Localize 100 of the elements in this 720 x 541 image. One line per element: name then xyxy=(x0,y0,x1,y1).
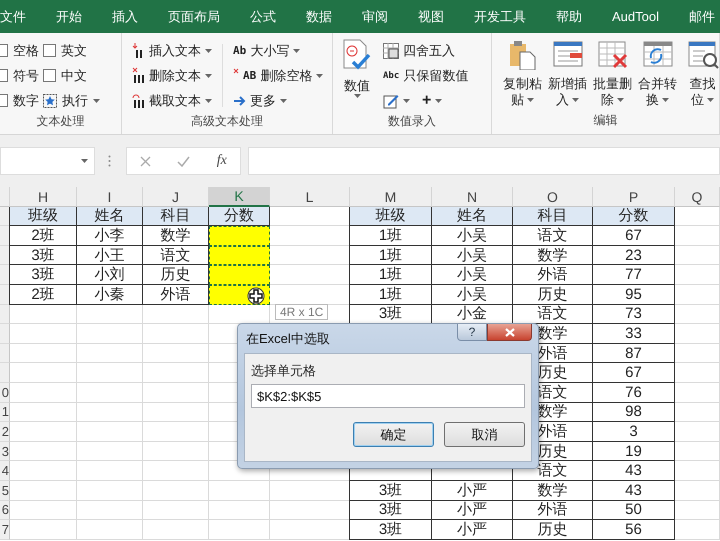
column-header[interactable]: L xyxy=(270,187,350,207)
table-cell: 98 xyxy=(593,402,675,422)
checkbox-label: 空格 xyxy=(13,42,39,60)
ribbon-button[interactable]: 复制粘 贴 xyxy=(500,38,545,112)
row-header[interactable]: 6 xyxy=(0,500,10,520)
ribbon-menu-button[interactable]: Abc 只保留数值 xyxy=(383,63,468,88)
field-label: 选择单元格 xyxy=(251,362,317,380)
ribbon-menu-button[interactable]: 删除文本 xyxy=(132,63,212,88)
row-number: 5 xyxy=(2,482,9,498)
header-cell: 班级 xyxy=(10,206,77,226)
ribbon-menu-button[interactable]: 四舍五入 xyxy=(383,38,468,63)
table-cell: 67 xyxy=(593,363,675,383)
case-icon: AB xyxy=(243,69,256,82)
table-cell: 小吴 xyxy=(432,246,513,266)
ribbon-menu-button[interactable]: 插入文本 xyxy=(132,38,212,63)
table-cell: 76 xyxy=(593,382,675,403)
group-label: 编辑 xyxy=(592,112,618,129)
header-cell: 姓名 xyxy=(432,206,513,226)
number-button[interactable]: 数值 xyxy=(337,38,377,113)
ribbon-button[interactable]: 查找 位 xyxy=(680,38,720,112)
table-cell: 外语 xyxy=(513,265,593,285)
table-cell: 43 xyxy=(593,480,675,500)
table-cell: 73 xyxy=(593,304,675,324)
table-cell: 小李 xyxy=(77,226,143,246)
table-cell: 小严 xyxy=(432,520,513,540)
table-cell: 3班 xyxy=(350,480,432,500)
header-cell: 班级 xyxy=(350,206,432,226)
header-cell: 分数 xyxy=(593,206,675,226)
table-cell: 小秦 xyxy=(77,284,143,305)
table-cell: 语文 xyxy=(513,226,593,246)
menu-tab[interactable]: 帮助 xyxy=(556,8,582,26)
table-cell: 67 xyxy=(593,226,675,246)
row-header[interactable]: 5 xyxy=(0,480,10,500)
column-header[interactable]: O xyxy=(513,187,593,207)
menu-tab[interactable]: 开发工具 xyxy=(474,8,526,26)
table-cell: 小刘 xyxy=(77,265,143,285)
run-button[interactable]: 执行 xyxy=(43,88,105,113)
table-cell: 3班 xyxy=(350,500,432,520)
row-header[interactable]: 1 xyxy=(0,402,10,422)
table-cell: 数学 xyxy=(513,246,593,266)
row-header[interactable]: 4 xyxy=(0,461,10,481)
table-cell: 数学 xyxy=(513,480,593,500)
row-header[interactable]: 2 xyxy=(0,422,10,442)
table-cell: 小吴 xyxy=(432,226,513,246)
header-cell: 分数 xyxy=(209,206,270,226)
table-cell: 小吴 xyxy=(432,265,513,285)
insert-function-button[interactable]: fx xyxy=(216,153,227,169)
table-cell: 87 xyxy=(593,344,675,364)
case-icon: Ab xyxy=(233,44,246,57)
table-cell: 1班 xyxy=(350,265,432,285)
row-number: 4 xyxy=(2,463,9,478)
table-cell: 小严 xyxy=(432,480,513,500)
dialog-button[interactable]: 确定 xyxy=(353,422,434,447)
menu-tab[interactable]: 开始 xyxy=(56,8,82,26)
ribbon-button[interactable]: 批量删 除 xyxy=(590,38,635,112)
header-cell: 科目 xyxy=(513,206,593,226)
ribbon-menu-button[interactable]: 更多 xyxy=(233,88,324,113)
column-header[interactable]: Q xyxy=(675,187,720,207)
menu-tab[interactable]: 插入 xyxy=(112,8,138,26)
table-cell: 2班 xyxy=(10,284,77,305)
ribbon-button[interactable]: 新增插 入 xyxy=(545,38,590,112)
checkbox-label: 中文 xyxy=(61,66,87,84)
table-cell: 50 xyxy=(593,500,675,520)
table-cell: 1班 xyxy=(350,284,432,305)
ribbon-menu-button[interactable]: AB 删除空格 xyxy=(233,63,324,88)
column-header[interactable]: H xyxy=(10,187,77,207)
menu-tab[interactable]: AudTool xyxy=(612,9,659,24)
row-header[interactable]: 7 xyxy=(0,520,10,540)
column-header[interactable]: K xyxy=(209,187,270,207)
range-input[interactable]: $K$2:$K$5 xyxy=(251,384,525,408)
menu-tab[interactable]: 审阅 xyxy=(362,8,388,26)
table-cell: 95 xyxy=(593,284,675,305)
menu-tab[interactable]: 数据 xyxy=(306,8,332,26)
help-button[interactable]: ? xyxy=(457,324,487,341)
menu-tab[interactable]: 文件 xyxy=(0,8,26,26)
column-header[interactable]: P xyxy=(593,187,675,207)
table-cell: 1班 xyxy=(350,226,432,246)
column-header[interactable]: M xyxy=(350,187,432,207)
row-header[interactable]: 0 xyxy=(0,382,10,403)
column-header[interactable]: N xyxy=(432,187,513,207)
table-cell: 3 xyxy=(593,422,675,442)
column-header[interactable]: I xyxy=(77,187,143,207)
menu-tab[interactable]: 公式 xyxy=(250,8,276,26)
header-cell: 姓名 xyxy=(77,206,143,226)
column-header[interactable]: J xyxy=(143,187,209,207)
header-cell: 科目 xyxy=(143,206,209,226)
table-cell: 19 xyxy=(593,442,675,462)
ribbon-menu-button[interactable]: 截取文本 xyxy=(132,88,212,113)
table-cell: 历史 xyxy=(513,520,593,540)
dialog-button[interactable]: 取消 xyxy=(444,422,525,447)
row-header[interactable]: 3 xyxy=(0,442,10,462)
menu-tab[interactable]: 邮件 xyxy=(688,8,715,26)
menu-tab[interactable]: 页面布局 xyxy=(168,8,220,26)
ribbon-menu-button[interactable]: Ab 大小写 xyxy=(233,38,324,63)
row-number: 6 xyxy=(2,502,9,518)
ribbon-button[interactable]: 合并转 换 xyxy=(635,38,680,112)
menu-tab[interactable]: 视图 xyxy=(418,8,444,26)
add-button[interactable]: + xyxy=(422,88,442,113)
table-cell: 小严 xyxy=(432,500,513,520)
table-cell: 小吴 xyxy=(432,284,513,305)
